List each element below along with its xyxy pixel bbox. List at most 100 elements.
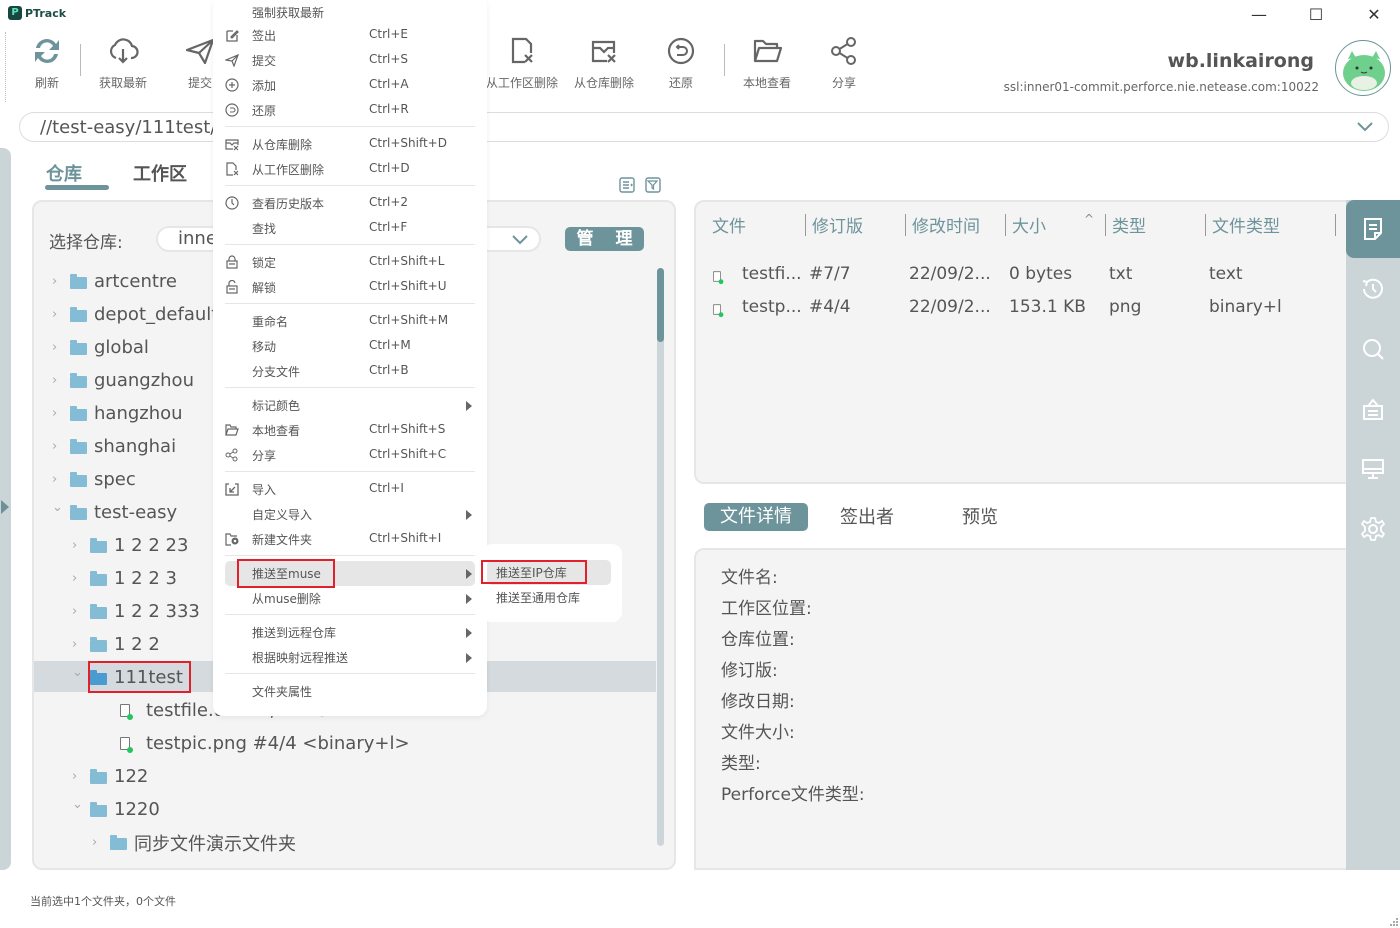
chevron-right-icon[interactable]: › (52, 340, 64, 355)
tree-folder-item[interactable]: › 同步文件演示文件夹 (52, 826, 410, 859)
scrollbar-thumb[interactable] (657, 268, 664, 342)
column-header-file[interactable]: 文件 (712, 212, 812, 237)
detail-file-name: 文件名: (721, 568, 778, 588)
chevron-right-icon[interactable]: › (52, 274, 64, 289)
table-row[interactable]: testp... #4/4 22/09/2... 153.1 KB png bi… (712, 297, 1339, 321)
menu-item-2[interactable]: 签出 Ctrl+E (225, 23, 475, 48)
menu-item-label: 导入 (252, 483, 277, 497)
toolbar-share-button[interactable]: 分享 (804, 34, 884, 91)
menu-item-16[interactable]: 本地查看 Ctrl+Shift+S (225, 418, 475, 443)
menu-item-label: 重命名 (252, 315, 289, 329)
close-button[interactable]: ✕ (1362, 4, 1386, 26)
submenu-item-push-general-depot[interactable]: 推送至通用仓库 (487, 585, 611, 610)
menu-item-25[interactable]: 文件夹属性 (225, 679, 475, 704)
tab-preview[interactable]: 预览 (962, 503, 998, 529)
menu-item-19[interactable]: 自定义导入 (225, 502, 475, 527)
menu-item-17[interactable]: 分享 Ctrl+Shift+C (225, 443, 475, 468)
table-row[interactable]: testfi... #7/7 22/09/2... 0 bytes txt te… (712, 264, 1339, 288)
menu-item-label: 分享 (252, 449, 277, 463)
column-header-revision[interactable]: 修订版 (812, 212, 912, 237)
column-header-filetype[interactable]: 文件类型 (1212, 212, 1342, 237)
tab-depot[interactable]: 仓库 (46, 160, 82, 186)
toolbar-local-view-button[interactable]: 本地查看 (727, 34, 807, 91)
chevron-down-icon[interactable]: ⌄ (52, 500, 64, 515)
manage-button[interactable]: 管 理 (565, 227, 644, 251)
menu-item-label: 推送到远程仓库 (252, 626, 337, 640)
toolbar-refresh-button[interactable]: 刷新 (7, 34, 87, 91)
chevron-right-icon[interactable]: › (52, 307, 64, 322)
chevron-right-icon[interactable]: › (52, 373, 64, 388)
menu-item-shortcut: Ctrl+B (369, 363, 409, 377)
chevron-right-icon[interactable]: › (52, 406, 64, 421)
menu-item-12[interactable]: 重命名 Ctrl+Shift+M (225, 309, 475, 334)
chevron-right-icon[interactable]: › (72, 538, 84, 553)
left-panel-toggle[interactable] (0, 148, 11, 870)
sidebar-item-search[interactable] (1346, 320, 1400, 378)
menu-item-9[interactable]: 查找 Ctrl+F (225, 216, 475, 241)
sidebar-item-settings[interactable] (1346, 500, 1400, 558)
folder-icon (70, 306, 87, 322)
tree-file-item[interactable]: testpic.png #4/4 <binary+l> (52, 727, 410, 760)
menu-item-shortcut: Ctrl+Shift+D (369, 136, 447, 150)
expand-arrow-icon (1, 500, 9, 514)
chevron-right-icon[interactable]: › (52, 472, 64, 487)
menu-item-18[interactable]: 导入 Ctrl+I (225, 477, 475, 502)
column-header-modified[interactable]: 修改时间 (912, 212, 1012, 237)
menu-item-23[interactable]: 推送到远程仓库 (225, 620, 475, 645)
chevron-right-icon[interactable]: › (72, 769, 84, 784)
tree-folder-item[interactable]: ⌄ 1220 (52, 793, 410, 826)
menu-item-22[interactable]: 从muse删除 (225, 586, 475, 611)
chevron-right-icon[interactable]: › (52, 439, 64, 454)
tab-workspace[interactable]: 工作区 (133, 160, 187, 186)
minimize-button[interactable]: — (1247, 4, 1271, 26)
chevron-right-icon[interactable]: › (72, 637, 84, 652)
chevron-down-icon[interactable]: ⌄ (72, 797, 84, 812)
menu-item-label: 提交 (252, 54, 277, 68)
tree-scrollbar[interactable] (657, 268, 664, 846)
menu-item-4[interactable]: 添加 Ctrl+A (225, 73, 475, 98)
resize-grip-icon[interactable] (1390, 918, 1398, 926)
menu-item-label: 本地查看 (252, 424, 301, 438)
chevron-right-icon[interactable]: › (92, 835, 104, 850)
menu-item-13[interactable]: 移动 Ctrl+M (225, 334, 475, 359)
chevron-right-icon[interactable]: › (72, 604, 84, 619)
toolbar-delete-workspace-button[interactable]: 从工作区删除 (482, 34, 562, 91)
menu-item-20[interactable]: 新建文件夹 Ctrl+Shift+I (225, 527, 475, 552)
maximize-button[interactable]: ☐ (1304, 4, 1328, 26)
refresh-icon (35, 39, 59, 63)
filter-icon[interactable] (645, 177, 661, 193)
avatar[interactable] (1335, 40, 1391, 96)
tab-checked-out-by[interactable]: 签出者 (840, 503, 894, 529)
menu-item-label: 解锁 (252, 281, 277, 295)
menu-item-10[interactable]: 锁定 Ctrl+Shift+L (225, 250, 475, 275)
menu-item-3[interactable]: 提交 Ctrl+S (225, 48, 475, 73)
chevron-down-icon[interactable] (1356, 119, 1374, 133)
menu-item-14[interactable]: 分支文件 Ctrl+B (225, 359, 475, 384)
menu-item-1[interactable]: 强制获取最新 (225, 0, 475, 25)
sidebar-item-workspace[interactable] (1346, 440, 1400, 498)
toolbar-delete-depot-button[interactable]: 从仓库删除 (564, 34, 644, 91)
column-header-type[interactable]: 类型 (1112, 212, 1212, 237)
list-view-icon[interactable] (619, 177, 635, 193)
sidebar-item-file-details[interactable] (1346, 200, 1400, 258)
menu-item-label: 分支文件 (252, 365, 301, 379)
sidebar-item-labels[interactable] (1346, 380, 1400, 438)
chevron-down-icon[interactable]: ⌄ (72, 665, 84, 680)
chevron-right-icon[interactable]: › (72, 571, 84, 586)
toolbar-get-latest-button[interactable]: 获取最新 (83, 34, 163, 91)
path-input[interactable]: //test-easy/111test/ (40, 117, 216, 138)
menu-item-8[interactable]: 查看历史版本 Ctrl+2 (225, 191, 475, 216)
menu-item-24[interactable]: 根据映射远程推送 (225, 645, 475, 670)
folder-icon (90, 801, 107, 817)
tab-file-details[interactable]: 文件详情 (704, 503, 808, 531)
menu-item-5[interactable]: 还原 Ctrl+R (225, 98, 475, 123)
label-icon (1363, 398, 1383, 420)
menu-item-11[interactable]: 解锁 Ctrl+Shift+U (225, 275, 475, 300)
sidebar-item-history[interactable] (1346, 260, 1400, 318)
menu-item-6[interactable]: 从仓库删除 Ctrl+Shift+D (225, 132, 475, 157)
column-header-size[interactable]: 大小 ^ (1012, 212, 1112, 237)
menu-item-7[interactable]: 从工作区删除 Ctrl+D (225, 157, 475, 182)
menu-item-15[interactable]: 标记颜色 (225, 393, 475, 418)
toolbar-revert-button[interactable]: 还原 (641, 34, 721, 91)
tree-folder-item[interactable]: › 122 (52, 760, 410, 793)
